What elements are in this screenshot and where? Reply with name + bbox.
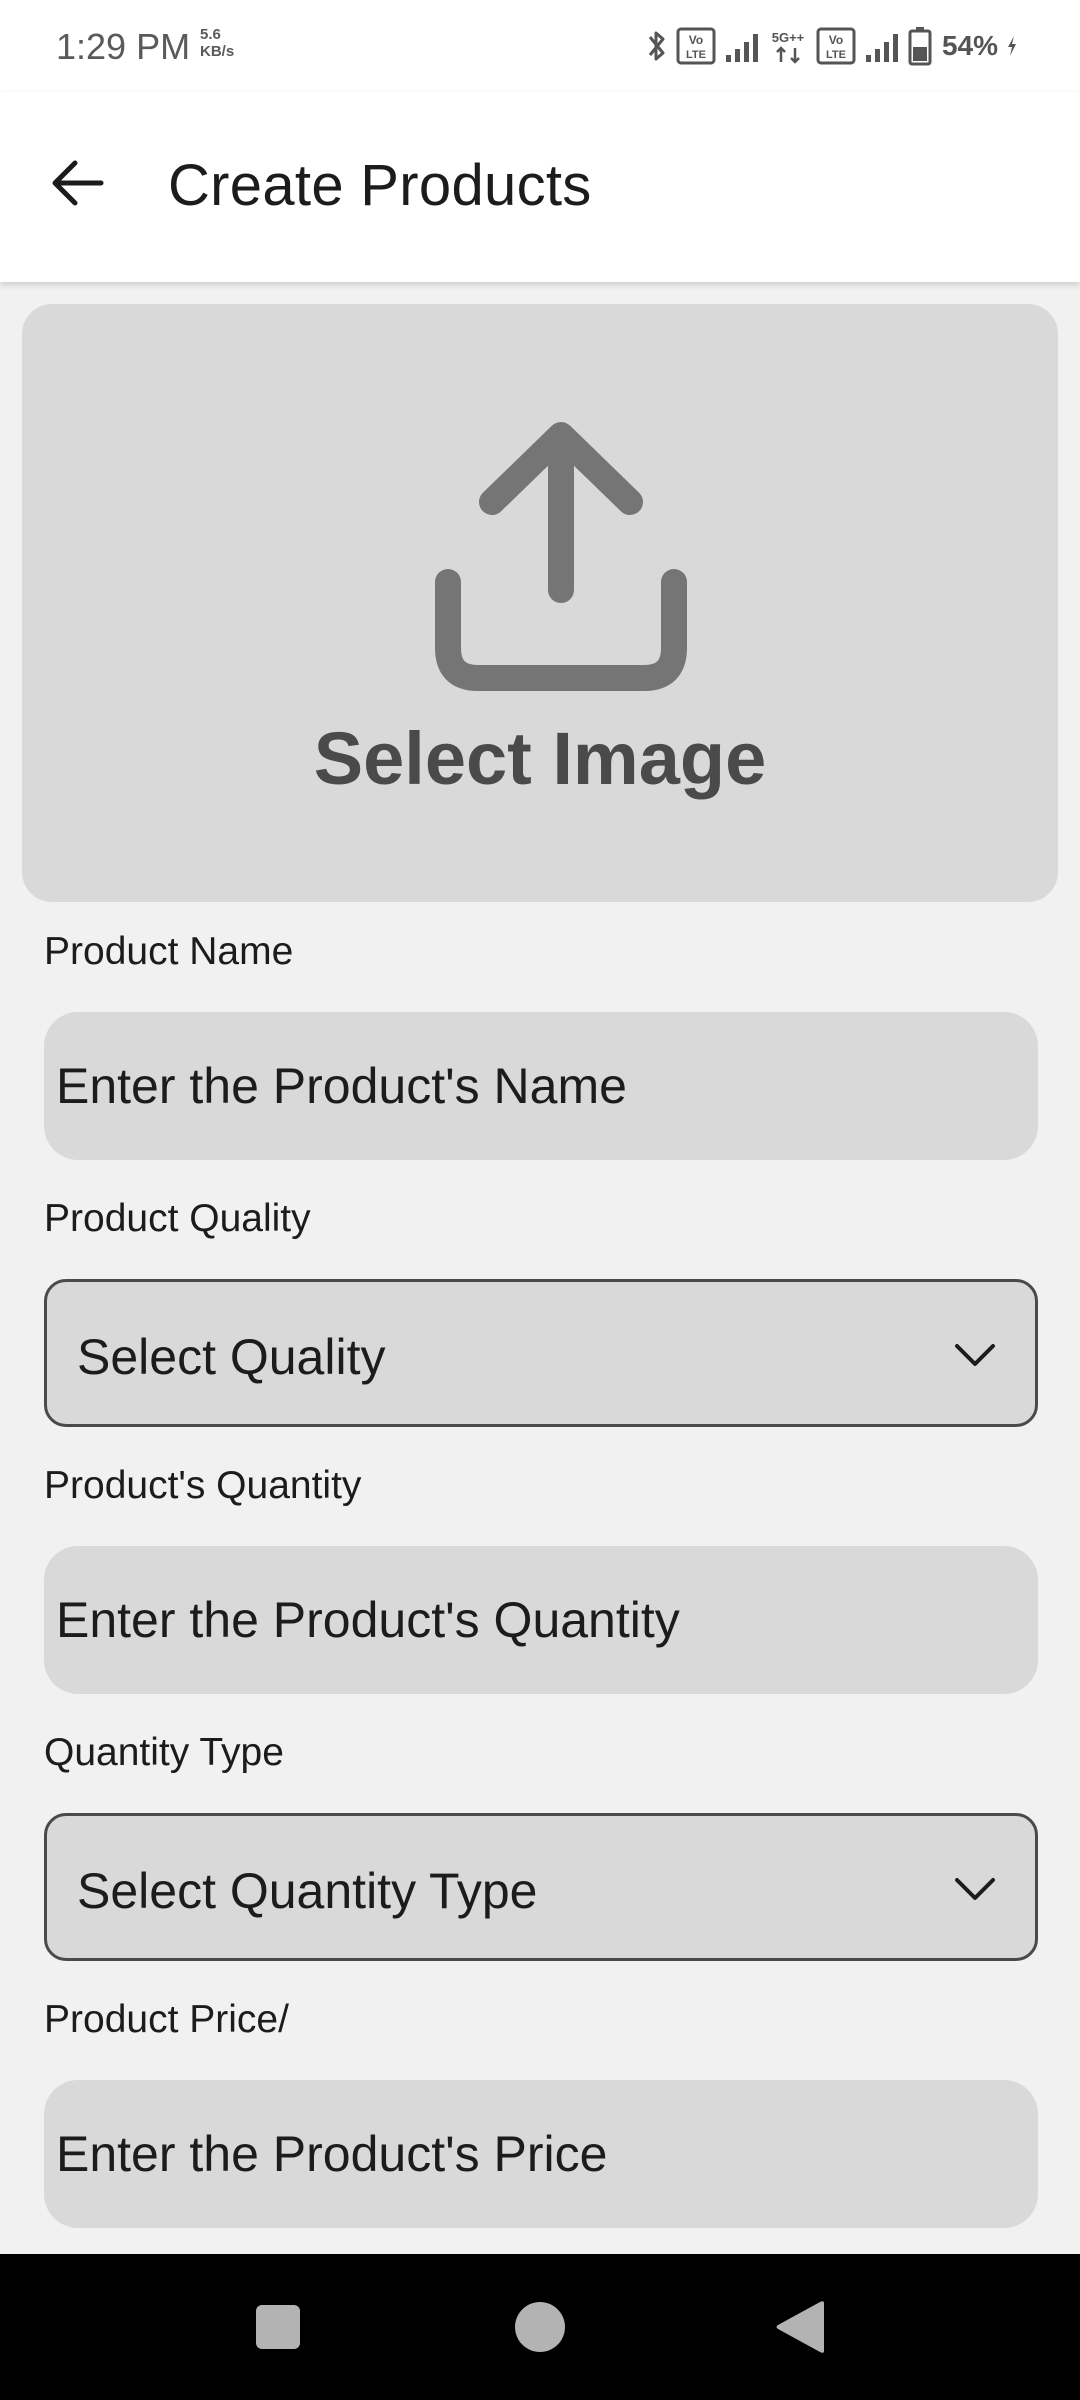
- product-price-input[interactable]: [44, 2080, 1038, 2228]
- product-price-label: Product Price/: [44, 1998, 289, 2041]
- select-image-button[interactable]: Select Image: [22, 304, 1058, 902]
- product-quality-dropdown[interactable]: Select Quality: [44, 1279, 1038, 1427]
- network-speed-value: 5.6: [200, 26, 221, 43]
- mobile-data-icon: 5G++: [772, 30, 805, 64]
- battery-percentage: 54%: [941, 30, 998, 61]
- quantity-type-label: Quantity Type: [44, 1731, 284, 1774]
- system-back-button[interactable]: [730, 2254, 870, 2400]
- network-speed: 5.6 KB/s: [200, 26, 234, 60]
- battery-icon: [908, 27, 932, 66]
- quantity-type-selected: Select Quantity Type: [77, 1863, 538, 1919]
- network-type-label: 5G++: [772, 30, 805, 45]
- arrow-back-icon: [52, 160, 104, 206]
- signal-icon: [725, 34, 758, 62]
- quantity-type-dropdown[interactable]: Select Quantity Type: [44, 1813, 1038, 1961]
- product-quantity-label: Product's Quantity: [44, 1464, 362, 1507]
- product-name-input[interactable]: [44, 1012, 1038, 1160]
- svg-text:Vo: Vo: [689, 33, 703, 47]
- volte-icon: Vo LTE: [676, 27, 716, 65]
- svg-text:LTE: LTE: [686, 49, 706, 61]
- back-button[interactable]: [40, 146, 114, 220]
- home-button[interactable]: [470, 2254, 610, 2400]
- svg-text:Vo: Vo: [829, 33, 843, 47]
- charging-icon: [1008, 36, 1016, 56]
- back-icon: [776, 2301, 824, 2353]
- chevron-down-icon: [955, 1344, 995, 1366]
- status-bar: 1:29 PM 5.6 KB/s Vo LTE 5G++ Vo LTE 54%: [0, 0, 1080, 92]
- signal-icon-2: [865, 34, 898, 62]
- upload-icon: [435, 422, 687, 691]
- chevron-down-icon: [955, 1878, 995, 1900]
- select-image-label: Select Image: [313, 717, 767, 800]
- status-time: 1:29 PM: [56, 26, 191, 67]
- network-speed-unit: KB/s: [200, 43, 235, 60]
- system-navigation-bar: [0, 2254, 1080, 2400]
- recents-button[interactable]: [208, 2254, 348, 2400]
- product-name-label: Product Name: [44, 930, 294, 973]
- page-title: Create Products: [168, 153, 592, 218]
- home-icon: [515, 2302, 565, 2352]
- product-quality-label: Product Quality: [44, 1197, 311, 1240]
- bluetooth-icon: [648, 31, 665, 61]
- volte-icon-2: Vo LTE: [816, 27, 856, 65]
- svg-text:LTE: LTE: [826, 49, 846, 61]
- product-quality-selected: Select Quality: [77, 1329, 386, 1385]
- status-icons: Vo LTE 5G++ Vo LTE 54%: [646, 22, 1018, 70]
- app-bar: Create Products: [0, 92, 1080, 282]
- recents-icon: [256, 2305, 300, 2349]
- product-quantity-input[interactable]: [44, 1546, 1038, 1694]
